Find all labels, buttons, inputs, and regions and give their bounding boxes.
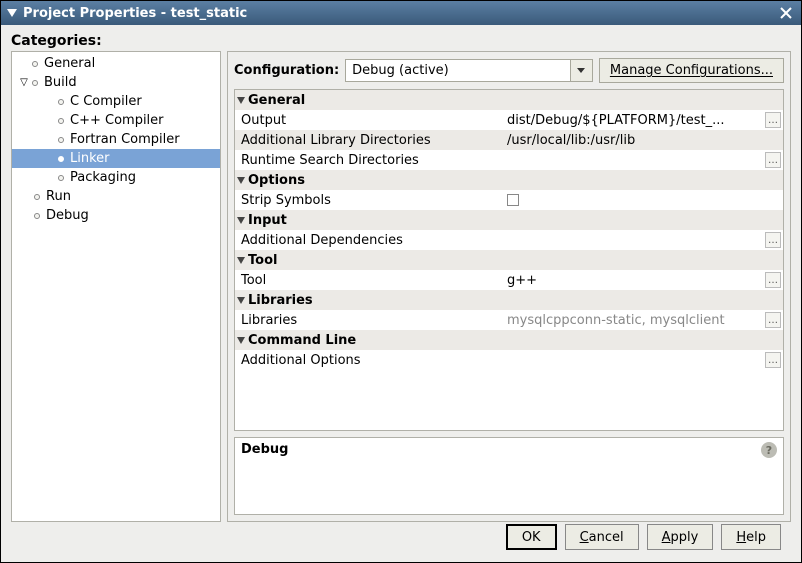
tree-label: Linker: [70, 151, 110, 166]
ellipsis-button[interactable]: …: [765, 112, 781, 128]
properties-pane: Configuration: Debug (active) Manage Con…: [227, 51, 791, 522]
titlebar: Project Properties - test_static: [1, 1, 801, 25]
configuration-dropdown-button[interactable]: [570, 60, 592, 81]
prop-tool[interactable]: Tool g++ …: [235, 270, 783, 290]
properties-table: General Output dist/Debug/${PLATFORM}/te…: [234, 89, 784, 431]
help-icon[interactable]: ?: [761, 442, 777, 458]
configuration-combo[interactable]: Debug (active): [345, 59, 593, 82]
tree-label: Fortran Compiler: [70, 132, 180, 147]
project-properties-window: Project Properties - test_static Categor…: [0, 0, 802, 563]
chevron-down-icon: [237, 257, 245, 264]
chevron-down-icon: [237, 177, 245, 184]
close-icon: [780, 7, 792, 19]
chevron-down-icon: [237, 217, 245, 224]
dialog-body: Categories: General ▽ Build C Compiler: [1, 25, 801, 562]
manage-configurations-button[interactable]: Manage Configurations...: [599, 58, 784, 83]
bullet-icon: [58, 175, 64, 181]
ellipsis-button[interactable]: …: [765, 352, 781, 368]
tree-item-general[interactable]: General: [12, 54, 220, 73]
categories-label: Categories:: [11, 33, 791, 49]
tree-item-debug[interactable]: Debug: [12, 206, 220, 225]
categories-tree[interactable]: General ▽ Build C Compiler C++ Compiler: [11, 51, 221, 522]
ellipsis-button[interactable]: …: [765, 272, 781, 288]
strip-symbols-checkbox[interactable]: [507, 194, 519, 206]
bullet-icon: [58, 99, 64, 105]
expander-icon[interactable]: ▽: [18, 77, 30, 89]
prop-additional-dependencies[interactable]: Additional Dependencies …: [235, 230, 783, 250]
tree-item-run[interactable]: Run: [12, 187, 220, 206]
configuration-row: Configuration: Debug (active) Manage Con…: [228, 52, 790, 89]
tree-item-linker[interactable]: Linker: [12, 149, 220, 168]
help-button[interactable]: Help: [721, 524, 781, 550]
tree-item-fortran-compiler[interactable]: Fortran Compiler: [12, 130, 220, 149]
bullet-icon: [58, 137, 64, 143]
tree-item-packaging[interactable]: Packaging: [12, 168, 220, 187]
tree-label: Debug: [46, 208, 89, 223]
section-general[interactable]: General: [235, 90, 783, 110]
close-button[interactable]: [777, 4, 795, 22]
prop-libraries[interactable]: Libraries mysqlcppconn-static, mysqlclie…: [235, 310, 783, 330]
chevron-down-icon: [237, 337, 245, 344]
tree-label: Run: [46, 189, 71, 204]
section-libraries[interactable]: Libraries: [235, 290, 783, 310]
section-tool[interactable]: Tool: [235, 250, 783, 270]
bullet-icon: [58, 156, 64, 162]
prop-additional-options[interactable]: Additional Options …: [235, 350, 783, 370]
ellipsis-button[interactable]: …: [765, 152, 781, 168]
bullet-icon: [32, 61, 38, 67]
window-title: Project Properties - test_static: [23, 6, 777, 21]
ellipsis-button[interactable]: …: [765, 232, 781, 248]
bullet-icon: [34, 194, 40, 200]
dialog-footer: OK Cancel Apply Help: [11, 522, 791, 558]
section-command-line[interactable]: Command Line: [235, 330, 783, 350]
tree-label: C Compiler: [70, 94, 142, 109]
prop-additional-library-directories[interactable]: Additional Library Directories /usr/loca…: [235, 130, 783, 150]
window-menu-icon[interactable]: [7, 9, 17, 17]
tree-item-cpp-compiler[interactable]: C++ Compiler: [12, 111, 220, 130]
ok-button[interactable]: OK: [506, 524, 557, 550]
description-title: Debug: [241, 442, 288, 457]
section-input[interactable]: Input: [235, 210, 783, 230]
bullet-icon: [58, 118, 64, 124]
bullet-icon: [34, 213, 40, 219]
bullet-icon: [32, 80, 38, 86]
ellipsis-button[interactable]: …: [765, 312, 781, 328]
tree-label: C++ Compiler: [70, 113, 164, 128]
tree-label: General: [44, 56, 95, 71]
prop-runtime-search-directories[interactable]: Runtime Search Directories …: [235, 150, 783, 170]
section-options[interactable]: Options: [235, 170, 783, 190]
tree-label: Packaging: [70, 170, 136, 185]
cancel-button[interactable]: Cancel: [565, 524, 639, 550]
prop-strip-symbols[interactable]: Strip Symbols: [235, 190, 783, 210]
apply-button[interactable]: Apply: [647, 524, 714, 550]
chevron-down-icon: [237, 297, 245, 304]
tree-item-c-compiler[interactable]: C Compiler: [12, 92, 220, 111]
tree-item-build[interactable]: ▽ Build: [12, 73, 220, 92]
content-area: General ▽ Build C Compiler C++ Compiler: [11, 51, 791, 522]
tree-label: Build: [44, 75, 77, 90]
chevron-down-icon: [577, 68, 585, 73]
prop-output[interactable]: Output dist/Debug/${PLATFORM}/test_... …: [235, 110, 783, 130]
configuration-value: Debug (active): [346, 63, 570, 78]
description-panel: Debug ?: [234, 437, 784, 515]
chevron-down-icon: [237, 97, 245, 104]
configuration-label: Configuration:: [234, 63, 339, 78]
